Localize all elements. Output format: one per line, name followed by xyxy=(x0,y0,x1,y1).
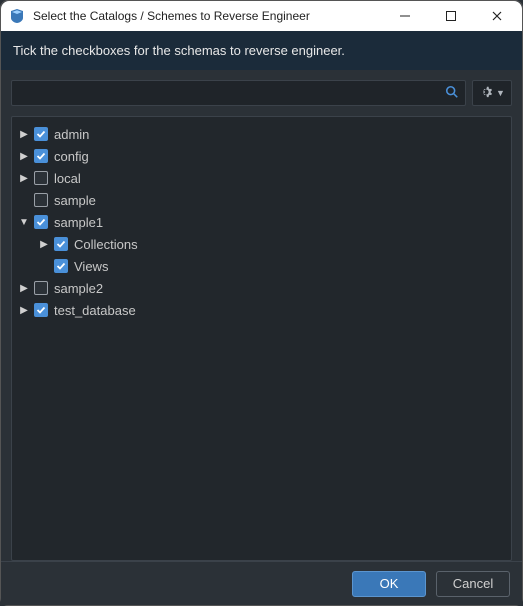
tree-node[interactable]: Views xyxy=(12,255,511,277)
tree-checkbox[interactable] xyxy=(34,149,48,163)
tree-node-label: local xyxy=(54,171,81,186)
disclosure-none xyxy=(38,260,50,272)
tree-node-label: test_database xyxy=(54,303,136,318)
tree-node[interactable]: ▼ sample1 xyxy=(12,211,511,233)
cancel-button[interactable]: Cancel xyxy=(436,571,510,597)
instruction-text: Tick the checkboxes for the schemas to r… xyxy=(13,43,345,58)
disclosure-closed-icon[interactable]: ▶ xyxy=(18,282,30,294)
tree-node[interactable]: ▶ sample2 xyxy=(12,277,511,299)
settings-dropdown-button[interactable]: ▼ xyxy=(472,80,512,106)
disclosure-none xyxy=(18,194,30,206)
tree-checkbox[interactable] xyxy=(34,215,48,229)
tree-node-label: sample xyxy=(54,193,96,208)
tree-checkbox[interactable] xyxy=(34,127,48,141)
search-row: ▼ xyxy=(11,80,512,106)
caret-down-icon: ▼ xyxy=(496,88,505,98)
tree-node[interactable]: ▶ local xyxy=(12,167,511,189)
disclosure-closed-icon[interactable]: ▶ xyxy=(18,128,30,140)
disclosure-closed-icon[interactable]: ▶ xyxy=(18,150,30,162)
tree-node[interactable]: ▶ admin xyxy=(12,123,511,145)
tree-checkbox[interactable] xyxy=(34,171,48,185)
disclosure-closed-icon[interactable]: ▶ xyxy=(18,304,30,316)
tree-checkbox[interactable] xyxy=(34,303,48,317)
schema-tree[interactable]: ▶ admin ▶ config ▶ local sample ▼ sample1 ▶ Collec… xyxy=(11,116,512,561)
tree-checkbox[interactable] xyxy=(54,259,68,273)
header-instruction: Tick the checkboxes for the schemas to r… xyxy=(1,31,522,70)
disclosure-open-icon[interactable]: ▼ xyxy=(18,216,30,228)
content-area: ▼ ▶ admin ▶ config ▶ local sample ▼ sample1 ▶ Coll… xyxy=(1,70,522,561)
tree-checkbox[interactable] xyxy=(34,193,48,207)
tree-node-label: Views xyxy=(74,259,108,274)
window-titlebar: Select the Catalogs / Schemes to Reverse… xyxy=(1,1,522,31)
tree-node[interactable]: sample xyxy=(12,189,511,211)
tree-node-label: Collections xyxy=(74,237,138,252)
tree-node-label: sample2 xyxy=(54,281,103,296)
close-button[interactable] xyxy=(474,1,520,31)
window-controls xyxy=(382,1,520,31)
cancel-button-label: Cancel xyxy=(453,576,493,591)
ok-button[interactable]: OK xyxy=(352,571,426,597)
tree-node-label: admin xyxy=(54,127,89,142)
tree-node[interactable]: ▶ Collections xyxy=(12,233,511,255)
search-input[interactable] xyxy=(18,86,441,101)
ok-button-label: OK xyxy=(380,576,399,591)
search-icon[interactable] xyxy=(441,85,459,102)
tree-node-label: sample1 xyxy=(54,215,103,230)
disclosure-closed-icon[interactable]: ▶ xyxy=(38,238,50,250)
window-title: Select the Catalogs / Schemes to Reverse… xyxy=(33,9,382,23)
disclosure-closed-icon[interactable]: ▶ xyxy=(18,172,30,184)
tree-node[interactable]: ▶ test_database xyxy=(12,299,511,321)
search-box[interactable] xyxy=(11,80,466,106)
tree-node-label: config xyxy=(54,149,89,164)
dialog-footer: OK Cancel xyxy=(1,561,522,605)
tree-node[interactable]: ▶ config xyxy=(12,145,511,167)
maximize-button[interactable] xyxy=(428,1,474,31)
gear-icon xyxy=(479,85,493,102)
minimize-button[interactable] xyxy=(382,1,428,31)
tree-checkbox[interactable] xyxy=(54,237,68,251)
app-icon xyxy=(9,8,25,24)
tree-checkbox[interactable] xyxy=(34,281,48,295)
